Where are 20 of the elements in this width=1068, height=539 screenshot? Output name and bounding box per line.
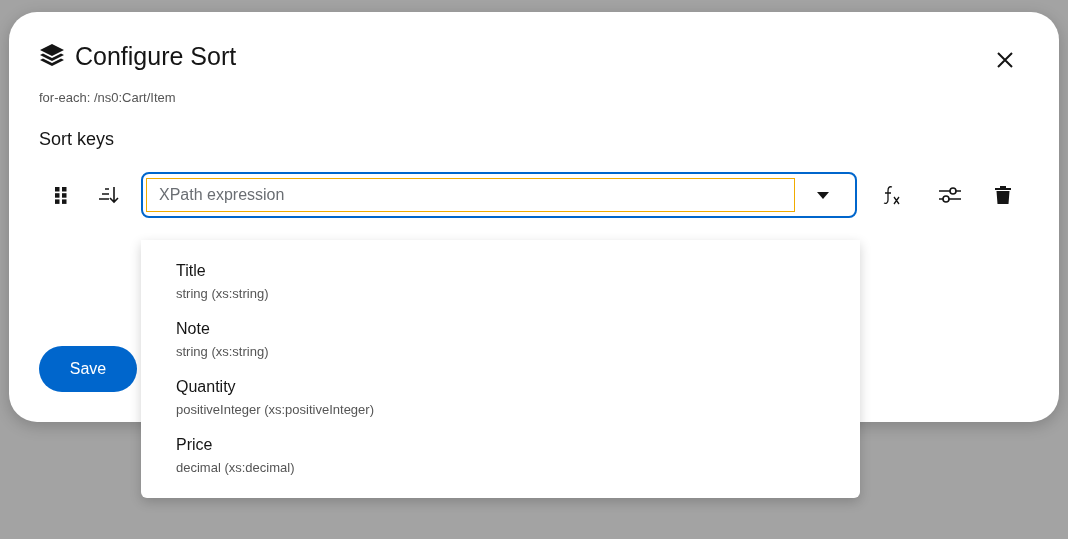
option-name[interactable]: Title (176, 260, 825, 282)
option-type: positiveInteger (xs:positiveInteger) (176, 402, 375, 417)
sort-icon[interactable] (99, 186, 119, 204)
section-title: Sort keys (39, 129, 116, 150)
sliders-icon[interactable] (939, 187, 961, 203)
layers-icon (39, 43, 65, 69)
caret-icon[interactable] (817, 191, 829, 199)
option-name[interactable]: Note (176, 318, 825, 340)
drag-handle-icon[interactable] (55, 186, 67, 204)
option-type: string (xs:string) (176, 344, 270, 359)
dialog-title: Configure Sort (75, 41, 237, 72)
option-name[interactable]: Price (176, 434, 825, 456)
option-type: string (xs:string) (176, 286, 270, 301)
save-button[interactable]: Save (39, 346, 137, 392)
trash-icon[interactable] (995, 186, 1011, 204)
dialog-subtitle: for-each: /ns0:Cart/Item (39, 90, 177, 105)
function-icon[interactable] (883, 185, 901, 205)
xpath-select[interactable]: XPath expression (141, 172, 857, 218)
option-type: decimal (xs:decimal) (176, 460, 296, 475)
option-name[interactable]: Quantity (176, 376, 825, 398)
